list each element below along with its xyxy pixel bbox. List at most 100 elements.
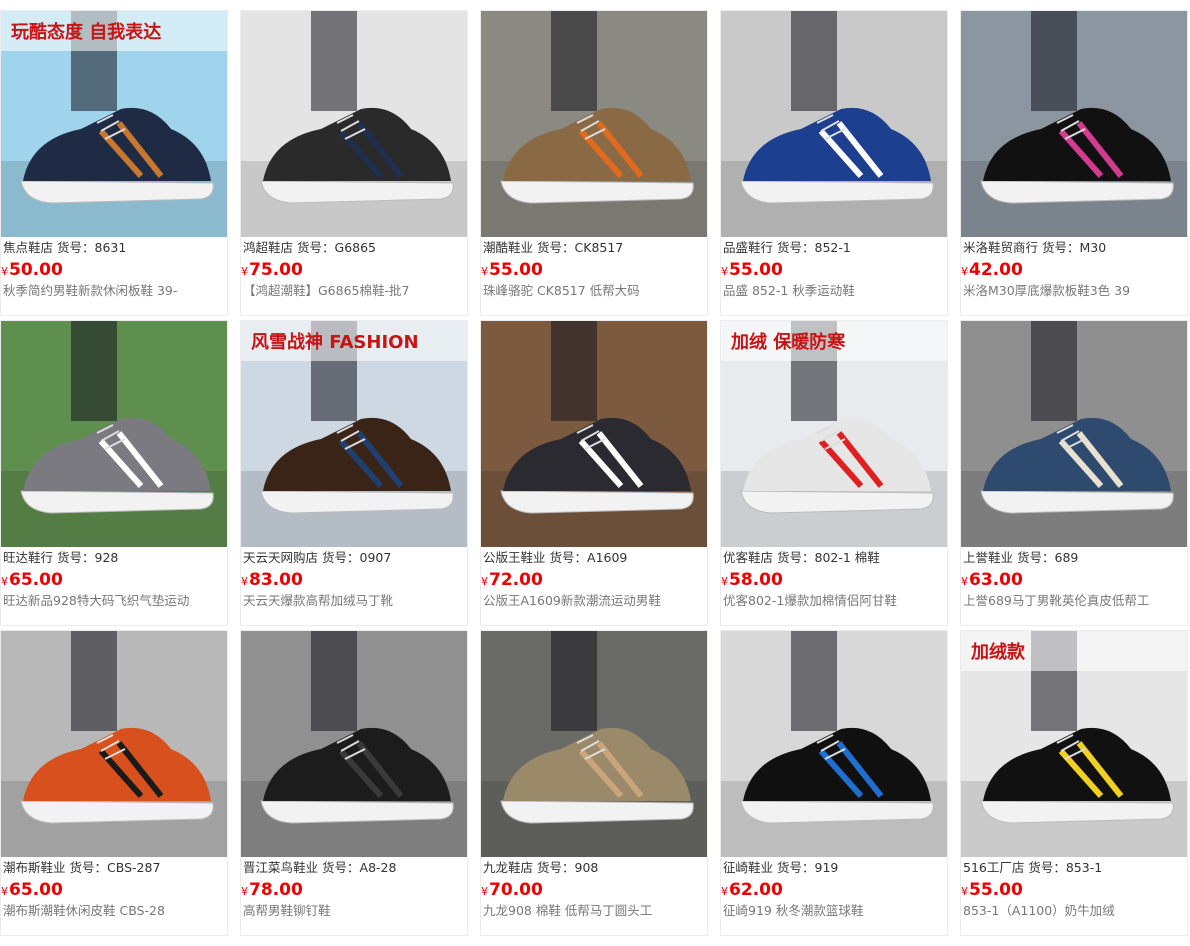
product-title-link[interactable]: 天云天爆款高帮加绒马丁靴 xyxy=(243,593,465,609)
shop-name-link[interactable]: 焦点鞋店 xyxy=(3,240,53,255)
product-card[interactable]: 征崎鞋业 货号：919 ¥62.00 征崎919 秋冬潮款篮球鞋 xyxy=(720,630,948,936)
product-card[interactable]: 潮酷鞋业 货号：CK8517 ¥55.00 珠峰骆驼 CK8517 低帮大码 xyxy=(480,10,708,316)
product-card[interactable]: 九龙鞋店 货号：908 ¥70.00 九龙908 棉鞋 低帮马丁圆头工 xyxy=(480,630,708,936)
product-image[interactable] xyxy=(961,321,1187,547)
shop-name-link[interactable]: 天云天网购店 xyxy=(243,550,318,565)
product-title-link[interactable]: 上誉689马丁男靴英伦真皮低帮工 xyxy=(963,593,1185,609)
sku-value: A1609 xyxy=(587,550,628,565)
shop-name-link[interactable]: 九龙鞋店 xyxy=(483,860,533,875)
product-title-link[interactable]: 品盛 852-1 秋季运动鞋 xyxy=(723,283,945,299)
product-card[interactable]: 潮布斯鞋业 货号：CBS-287 ¥65.00 潮布斯潮鞋休闲皮鞋 CBS-28 xyxy=(0,630,228,936)
shop-name-link[interactable]: 鸿超鞋店 xyxy=(243,240,293,255)
product-image[interactable] xyxy=(241,11,467,237)
price: ¥55.00 xyxy=(481,259,543,283)
price-amount: 63.00 xyxy=(969,570,1023,590)
product-card[interactable]: 玩酷态度 自我表达 焦点鞋店 货号：8631 ¥50.00 秋季简约男鞋新款休闲板鞋 … xyxy=(0,10,228,316)
product-card[interactable]: 鸿超鞋店 货号：G6865 ¥75.00 【鸿超潮鞋】G6865棉鞋-批7 xyxy=(240,10,468,316)
sku-label: 货号： xyxy=(1028,860,1066,875)
shop-name-link[interactable]: 征崎鞋业 xyxy=(723,860,773,875)
sku-value: G6865 xyxy=(334,240,377,255)
shop-name-link[interactable]: 米洛鞋贸商行 xyxy=(963,240,1038,255)
product-image[interactable]: 玩酷态度 自我表达 xyxy=(1,11,227,237)
sku-value: 928 xyxy=(94,550,119,565)
product-card[interactable]: 公版王鞋业 货号：A1609 ¥72.00 公版王A1609新款潮流运动男鞋 xyxy=(480,320,708,626)
price-amount: 83.00 xyxy=(249,570,303,590)
shop-sku-line: 品盛鞋行 货号：852-1 xyxy=(723,240,851,256)
shop-name-link[interactable]: 潮布斯鞋业 xyxy=(3,860,66,875)
product-image[interactable] xyxy=(961,11,1187,237)
product-card[interactable]: 晋江菜鸟鞋业 货号：A8-28 ¥78.00 高帮男鞋铆钉鞋 xyxy=(240,630,468,936)
product-card[interactable]: 旺达鞋行 货号：928 ¥65.00 旺达新品928特大码飞织气垫运动 xyxy=(0,320,228,626)
price: ¥70.00 xyxy=(481,879,543,903)
currency-symbol: ¥ xyxy=(721,265,728,278)
product-title-link[interactable]: 米洛M30厚底爆款板鞋3色 39 xyxy=(963,283,1185,299)
currency-symbol: ¥ xyxy=(241,575,248,588)
shop-sku-line: 公版王鞋业 货号：A1609 xyxy=(483,550,627,566)
product-card[interactable]: 米洛鞋贸商行 货号：M30 ¥42.00 米洛M30厚底爆款板鞋3色 39 xyxy=(960,10,1188,316)
product-title-link[interactable]: 853-1（A1100）奶牛加绒 xyxy=(963,903,1185,919)
price-amount: 50.00 xyxy=(9,260,63,280)
sku-value: M30 xyxy=(1079,240,1107,255)
shop-sku-line: 九龙鞋店 货号：908 xyxy=(483,860,598,876)
price: ¥62.00 xyxy=(721,879,783,903)
product-title-link[interactable]: 九龙908 棉鞋 低帮马丁圆头工 xyxy=(483,903,705,919)
sku-label: 货号： xyxy=(537,240,575,255)
shop-name-link[interactable]: 品盛鞋行 xyxy=(723,240,773,255)
sku-label: 货号： xyxy=(1042,240,1080,255)
sku-value: CK8517 xyxy=(574,240,624,255)
product-image[interactable]: 加绒 保暖防寒 xyxy=(721,321,947,547)
product-card[interactable]: 风雪战神 FASHION 天云天网购店 货号：0907 ¥83.00 天云天爆款高帮加… xyxy=(240,320,468,626)
price: ¥83.00 xyxy=(241,569,303,593)
price: ¥63.00 xyxy=(961,569,1023,593)
shop-name-link[interactable]: 潮酷鞋业 xyxy=(483,240,533,255)
shop-sku-line: 米洛鞋贸商行 货号：M30 xyxy=(963,240,1106,256)
product-image[interactable]: 加绒款 xyxy=(961,631,1187,857)
sku-value: 0907 xyxy=(359,550,392,565)
shop-sku-line: 优客鞋店 货号：802-1 棉鞋 xyxy=(723,550,880,566)
sku-value: 908 xyxy=(574,860,599,875)
shop-name-link[interactable]: 公版王鞋业 xyxy=(483,550,546,565)
product-title-link[interactable]: 【鸿超潮鞋】G6865棉鞋-批7 xyxy=(243,283,465,299)
product-image[interactable] xyxy=(1,631,227,857)
product-title-link[interactable]: 旺达新品928特大码飞织气垫运动 xyxy=(3,593,225,609)
product-image[interactable] xyxy=(481,631,707,857)
product-title-link[interactable]: 高帮男鞋铆钉鞋 xyxy=(243,903,465,919)
product-title-link[interactable]: 珠峰骆驼 CK8517 低帮大码 xyxy=(483,283,705,299)
product-title-link[interactable]: 秋季简约男鞋新款休闲板鞋 39- xyxy=(3,283,225,299)
product-image[interactable] xyxy=(1,321,227,547)
shop-name-link[interactable]: 晋江菜鸟鞋业 xyxy=(243,860,318,875)
product-card[interactable]: 加绒款 516工厂店 货号：853-1 ¥55.00 853-1（A1100）奶牛加绒 xyxy=(960,630,1188,936)
product-title-link[interactable]: 征崎919 秋冬潮款篮球鞋 xyxy=(723,903,945,919)
sku-value: 919 xyxy=(814,860,839,875)
price-amount: 70.00 xyxy=(489,880,543,900)
product-image[interactable]: 风雪战神 FASHION xyxy=(241,321,467,547)
product-title-link[interactable]: 优客802-1爆款加棉情侣阿甘鞋 xyxy=(723,593,945,609)
product-image[interactable] xyxy=(721,631,947,857)
product-card[interactable]: 上誉鞋业 货号：689 ¥63.00 上誉689马丁男靴英伦真皮低帮工 xyxy=(960,320,1188,626)
sku-value: 852-1 xyxy=(814,240,851,255)
currency-symbol: ¥ xyxy=(721,885,728,898)
product-card[interactable]: 加绒 保暖防寒 优客鞋店 货号：802-1 棉鞋 ¥58.00 优客802-1爆款加棉… xyxy=(720,320,948,626)
sku-value: A8-28 xyxy=(359,860,397,875)
shop-name-link[interactable]: 优客鞋店 xyxy=(723,550,773,565)
price-amount: 55.00 xyxy=(489,260,543,280)
sku-label: 货号： xyxy=(777,550,815,565)
product-image[interactable] xyxy=(481,11,707,237)
currency-symbol: ¥ xyxy=(481,575,488,588)
shop-name-link[interactable]: 516工厂店 xyxy=(963,860,1024,875)
shop-sku-line: 潮布斯鞋业 货号：CBS-287 xyxy=(3,860,160,876)
sku-label: 货号： xyxy=(777,240,815,255)
currency-symbol: ¥ xyxy=(961,575,968,588)
currency-symbol: ¥ xyxy=(481,885,488,898)
product-title-link[interactable]: 潮布斯潮鞋休闲皮鞋 CBS-28 xyxy=(3,903,225,919)
product-image[interactable] xyxy=(721,11,947,237)
product-card[interactable]: 品盛鞋行 货号：852-1 ¥55.00 品盛 852-1 秋季运动鞋 xyxy=(720,10,948,316)
shop-name-link[interactable]: 上誉鞋业 xyxy=(963,550,1013,565)
sku-label: 货号： xyxy=(57,550,95,565)
product-title-link[interactable]: 公版王A1609新款潮流运动男鞋 xyxy=(483,593,705,609)
sku-label: 货号： xyxy=(322,550,360,565)
shop-name-link[interactable]: 旺达鞋行 xyxy=(3,550,53,565)
image-banner-text: 玩酷态度 自我表达 xyxy=(11,21,161,43)
product-image[interactable] xyxy=(481,321,707,547)
product-image[interactable] xyxy=(241,631,467,857)
